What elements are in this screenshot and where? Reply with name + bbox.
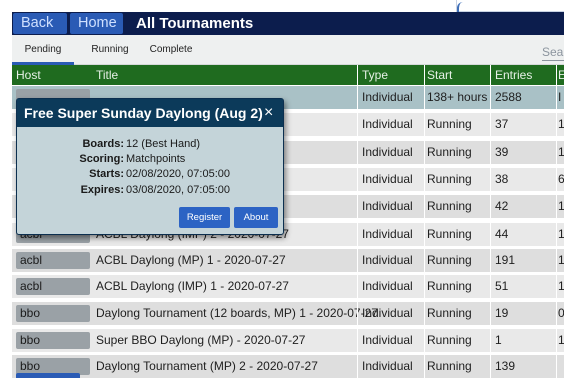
row-entries: 38 <box>495 172 509 186</box>
field-value: 03/08/2020, 07:05:00 <box>126 184 230 196</box>
field-value: Matchpoints <box>126 153 186 165</box>
tab-running[interactable]: Running <box>88 35 132 65</box>
register-button[interactable]: Register <box>179 207 230 228</box>
row-start: Running <box>427 333 472 347</box>
row-type: Individual <box>362 333 413 347</box>
row-type: Individual <box>362 227 413 241</box>
row-start: Running <box>427 145 472 159</box>
field-label: Expires: <box>80 184 124 196</box>
row-extra: 6 <box>558 172 564 186</box>
row-extra: 1 <box>558 333 564 347</box>
field-label: Scoring: <box>79 153 124 165</box>
column-divider <box>490 65 491 378</box>
table-row[interactable]: acbl ACBL Daylong (MP) 1 - 2020-07-27 Indi… <box>12 249 564 273</box>
row-start: Running <box>427 306 472 320</box>
row-host[interactable]: acbl <box>16 278 90 295</box>
row-type: Individual <box>362 279 413 293</box>
field-label: Boards: <box>82 138 124 150</box>
row-start: Running <box>427 172 472 186</box>
column-divider <box>424 65 425 378</box>
table-row[interactable]: bbo Super BBO Daylong (MP) - 2020-07-27 In… <box>12 329 564 353</box>
field-starts: Starts: 02/08/2020, 07:05:00 <box>17 167 285 181</box>
row-start: Running <box>427 199 472 213</box>
about-button[interactable]: About <box>234 207 278 228</box>
dialog-title: Free Super Sunday Daylong (Aug 2) <box>24 105 263 121</box>
row-type: Individual <box>362 306 413 320</box>
field-label: Starts: <box>89 168 124 180</box>
row-start: 138+ hours <box>427 90 488 104</box>
table-row[interactable]: bbo Daylong Tournament (12 boards, MP) 1 … <box>12 302 564 326</box>
column-header-entries[interactable]: Entries <box>495 65 532 85</box>
row-start: Running <box>427 117 472 131</box>
tab-complete[interactable]: Complete <box>146 35 196 65</box>
row-entries: 2588 <box>495 90 522 104</box>
field-boards: Boards: 12 (Best Hand) <box>17 137 285 151</box>
tournament-info-dialog: Free Super Sunday Daylong (Aug 2) × Boar… <box>16 98 284 235</box>
column-divider <box>556 65 557 378</box>
row-entries: 19 <box>495 306 509 320</box>
row-extra: 1 <box>558 145 564 159</box>
column-header-start[interactable]: Start <box>427 65 452 85</box>
tab-pending[interactable]: Pending <box>12 35 74 65</box>
row-entries: 37 <box>495 117 509 131</box>
row-type: Individual <box>362 359 413 373</box>
row-start: Running <box>427 227 472 241</box>
row-type: Individual <box>362 90 413 104</box>
table-row[interactable]: acbl ACBL Daylong (IMP) 1 - 2020-07-27 Ind… <box>12 275 564 299</box>
search-input[interactable]: Sea <box>542 43 564 61</box>
field-value: 12 (Best Hand) <box>126 138 200 150</box>
table-header: Host Title Type Start Entries E <box>12 65 564 85</box>
row-extra: 1 <box>558 199 564 213</box>
corner-hook-icon <box>457 2 463 12</box>
window-corner-tab <box>456 0 564 12</box>
close-icon[interactable]: × <box>264 99 273 127</box>
page-title: All Tournaments <box>136 15 254 32</box>
row-type: Individual <box>362 145 413 159</box>
row-extra: 1 <box>558 253 564 267</box>
field-expires: Expires: 03/08/2020, 07:05:00 <box>17 183 285 197</box>
row-host[interactable]: bbo <box>16 305 90 322</box>
column-header-type[interactable]: Type <box>362 65 388 85</box>
tab-strip: Pending Running Complete Sea <box>12 35 564 65</box>
top-bar: Back Home All Tournaments <box>12 12 564 35</box>
row-extra: 0 <box>558 306 564 320</box>
column-divider <box>357 65 358 378</box>
row-title: Daylong Tournament (MP) 2 - 2020-07-27 <box>96 359 318 373</box>
row-entries: 39 <box>495 145 509 159</box>
column-header-host[interactable]: Host <box>16 65 41 85</box>
home-button[interactable]: Home <box>70 13 123 34</box>
row-extra: I <box>558 90 562 104</box>
column-header-extra[interactable]: E <box>558 65 564 85</box>
row-host[interactable]: bbo <box>16 332 90 349</box>
row-extra: 1 <box>558 279 564 293</box>
row-title: ACBL Daylong (IMP) 1 - 2020-07-27 <box>96 279 289 293</box>
row-extra: 1 <box>558 227 564 241</box>
row-title: Super BBO Daylong (MP) - 2020-07-27 <box>96 333 306 347</box>
row-type: Individual <box>362 199 413 213</box>
back-button[interactable]: Back <box>13 13 67 34</box>
row-title: Daylong Tournament (12 boards, MP) 1 - 2… <box>96 306 378 320</box>
column-header-title[interactable]: Title <box>96 65 118 85</box>
row-start: Running <box>427 253 472 267</box>
row-start: Running <box>427 359 472 373</box>
row-entries: 51 <box>495 279 509 293</box>
row-entries: 42 <box>495 199 509 213</box>
row-entries: 139 <box>495 359 516 373</box>
row-type: Individual <box>362 117 413 131</box>
row-entries: 1 <box>495 333 502 347</box>
row-title: ACBL Daylong (MP) 1 - 2020-07-27 <box>96 253 286 267</box>
row-host[interactable]: acbl <box>16 252 90 269</box>
row-extra: 1 <box>558 117 564 131</box>
scroll-indicator <box>16 373 80 378</box>
table-row[interactable]: bbo Daylong Tournament (MP) 2 - 2020-07-2… <box>12 355 564 378</box>
field-scoring: Scoring: Matchpoints <box>17 152 285 166</box>
row-entries: 44 <box>495 227 509 241</box>
row-start: Running <box>427 279 472 293</box>
dialog-header: Free Super Sunday Daylong (Aug 2) × <box>17 99 283 127</box>
row-entries: 191 <box>495 253 516 267</box>
field-value: 02/08/2020, 07:05:00 <box>126 168 230 180</box>
row-type: Individual <box>362 253 413 267</box>
row-type: Individual <box>362 172 413 186</box>
